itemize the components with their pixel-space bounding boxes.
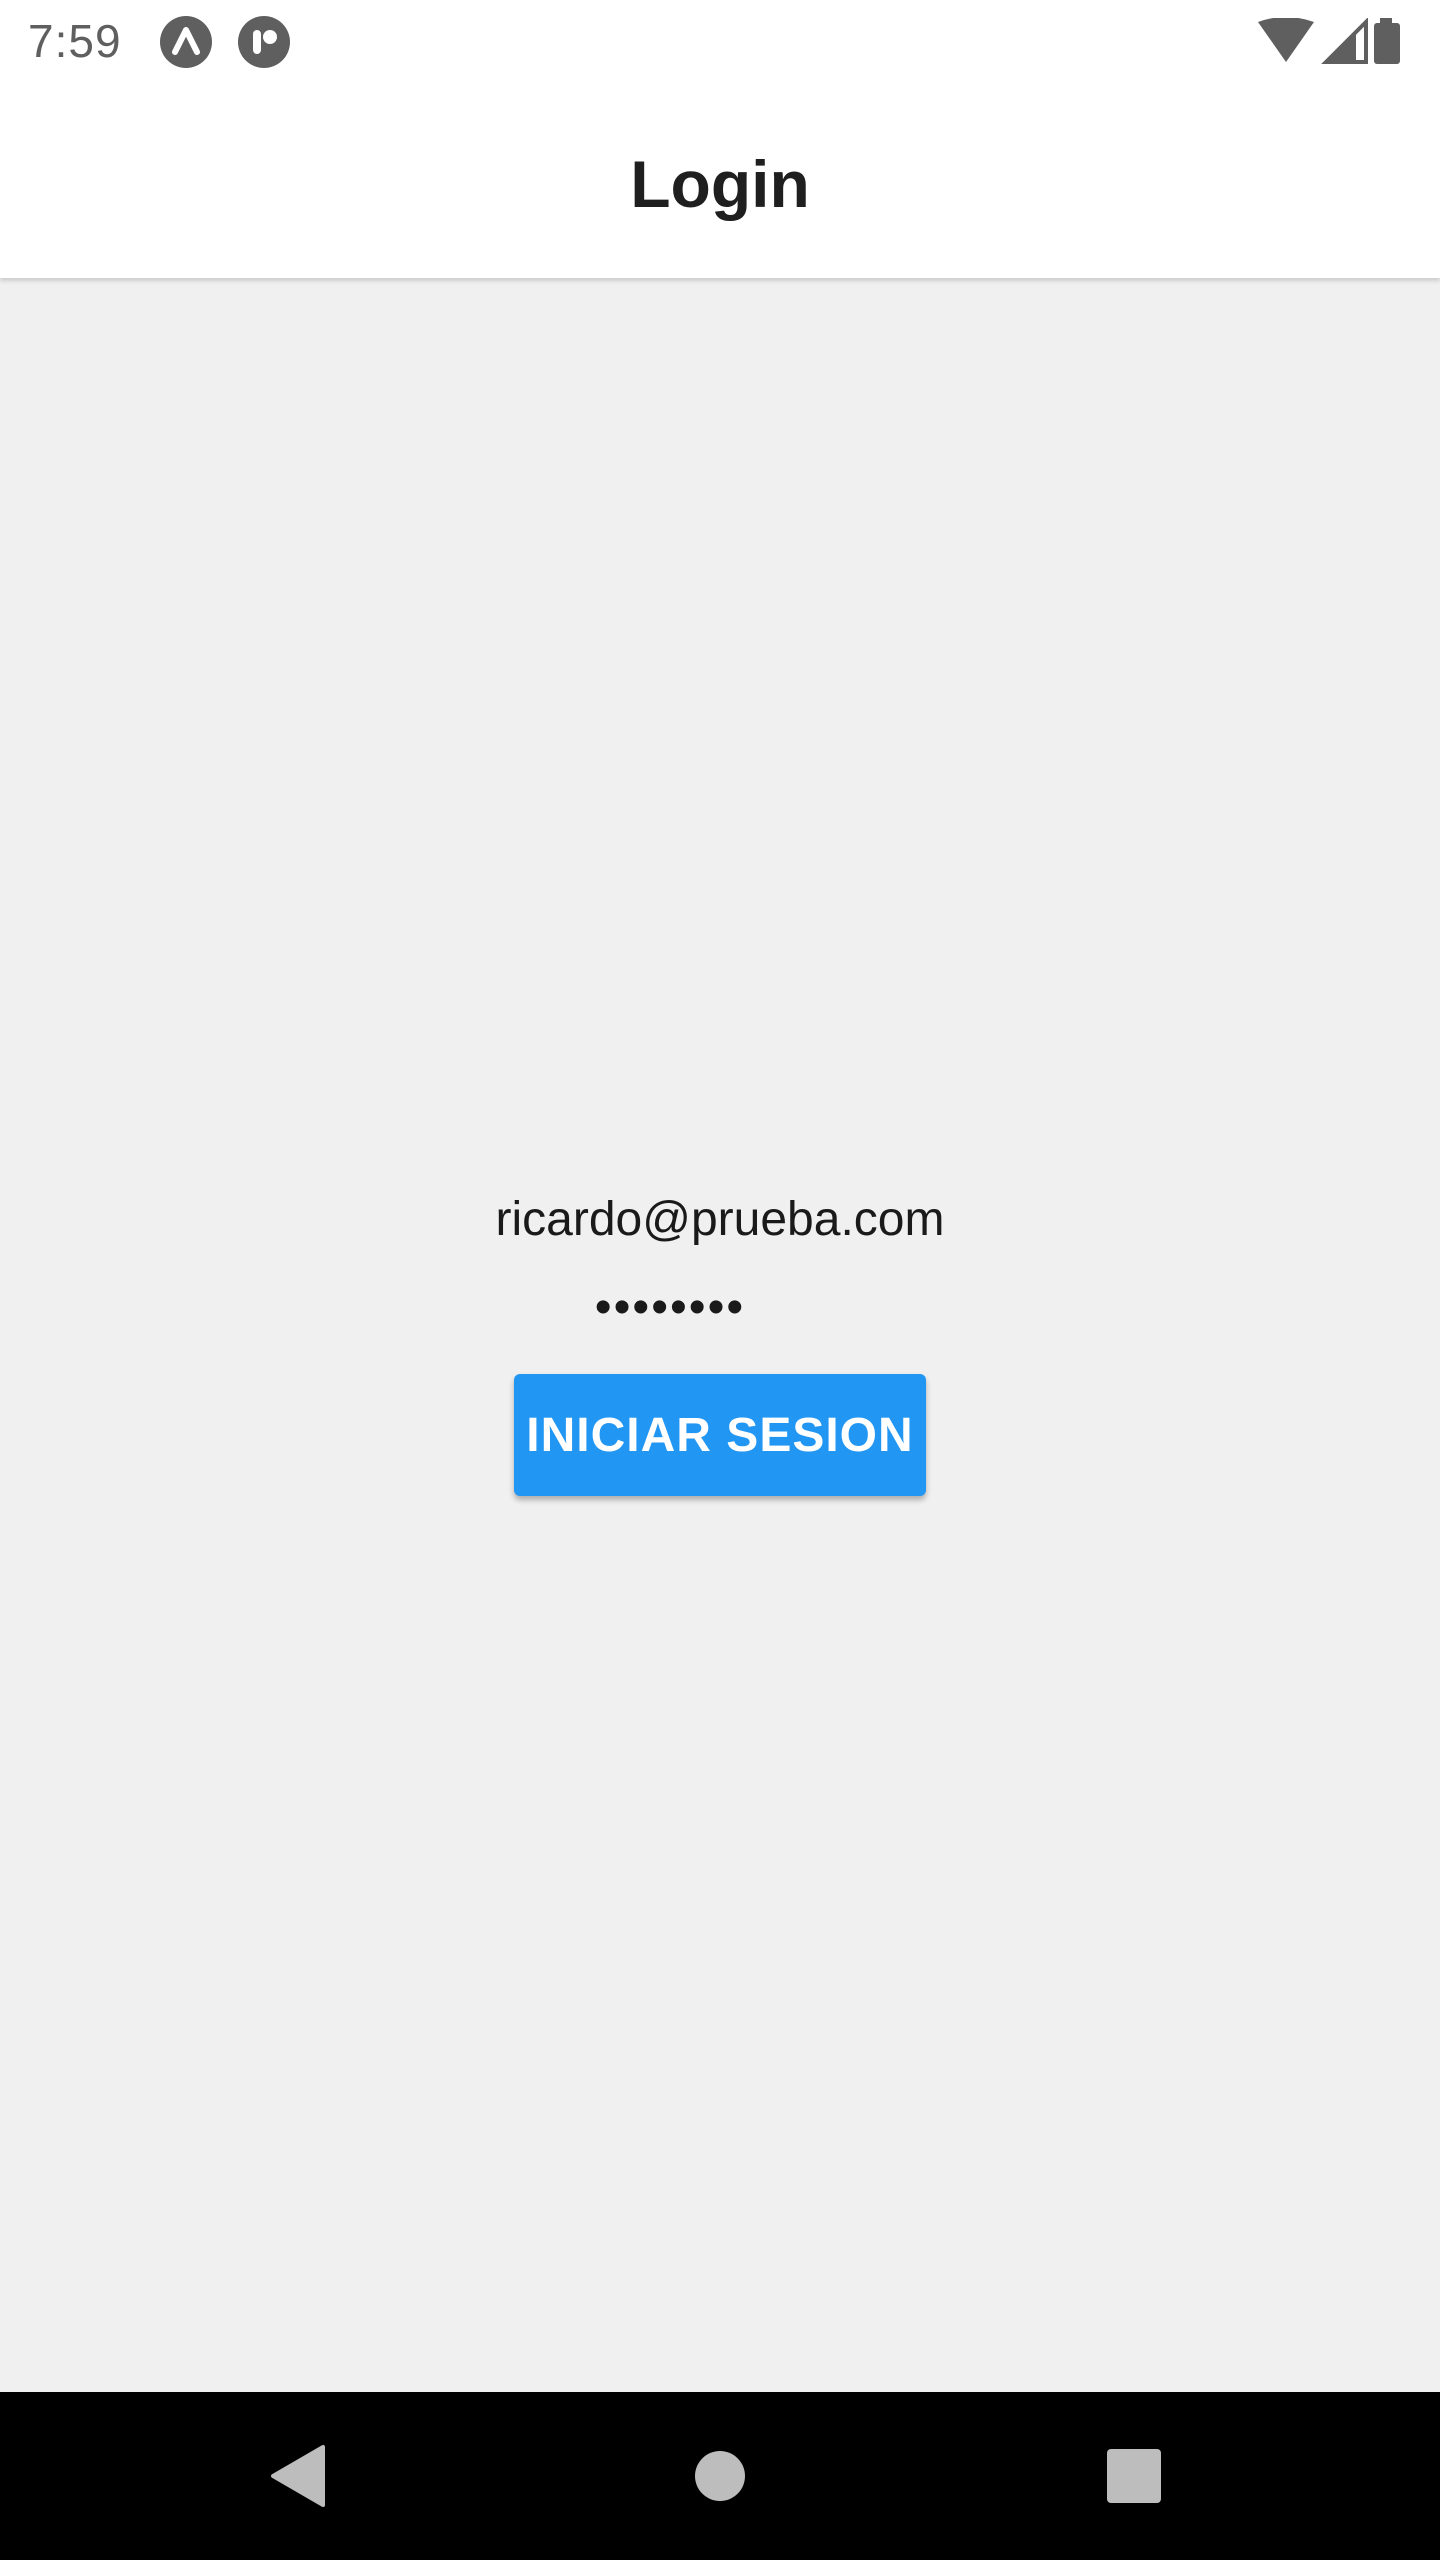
battery-icon: [1374, 18, 1400, 64]
recents-icon: [1107, 2449, 1161, 2503]
email-field[interactable]: [370, 1192, 1070, 1247]
home-button[interactable]: [660, 2392, 780, 2560]
login-button[interactable]: INICIAR SESION: [514, 1374, 926, 1496]
home-icon: [695, 2451, 745, 2501]
page-title: Login: [630, 147, 810, 221]
login-screen: INICIAR SESION: [0, 280, 1440, 2392]
wifi-icon: [1258, 17, 1314, 62]
status-time: 7:59: [28, 15, 122, 67]
back-button[interactable]: [240, 2392, 360, 2560]
status-bar: 7:59: [0, 0, 1440, 84]
recents-button[interactable]: [1074, 2392, 1194, 2560]
expo-icon: [160, 16, 212, 68]
app-bar: Login: [0, 84, 1440, 278]
signal-icon: [1321, 17, 1368, 64]
app-icon: [238, 16, 290, 68]
navigation-bar: [0, 2392, 1440, 2560]
back-icon: [271, 2445, 325, 2507]
password-field[interactable]: [540, 1280, 800, 1335]
system-status-icons: [1256, 17, 1416, 66]
